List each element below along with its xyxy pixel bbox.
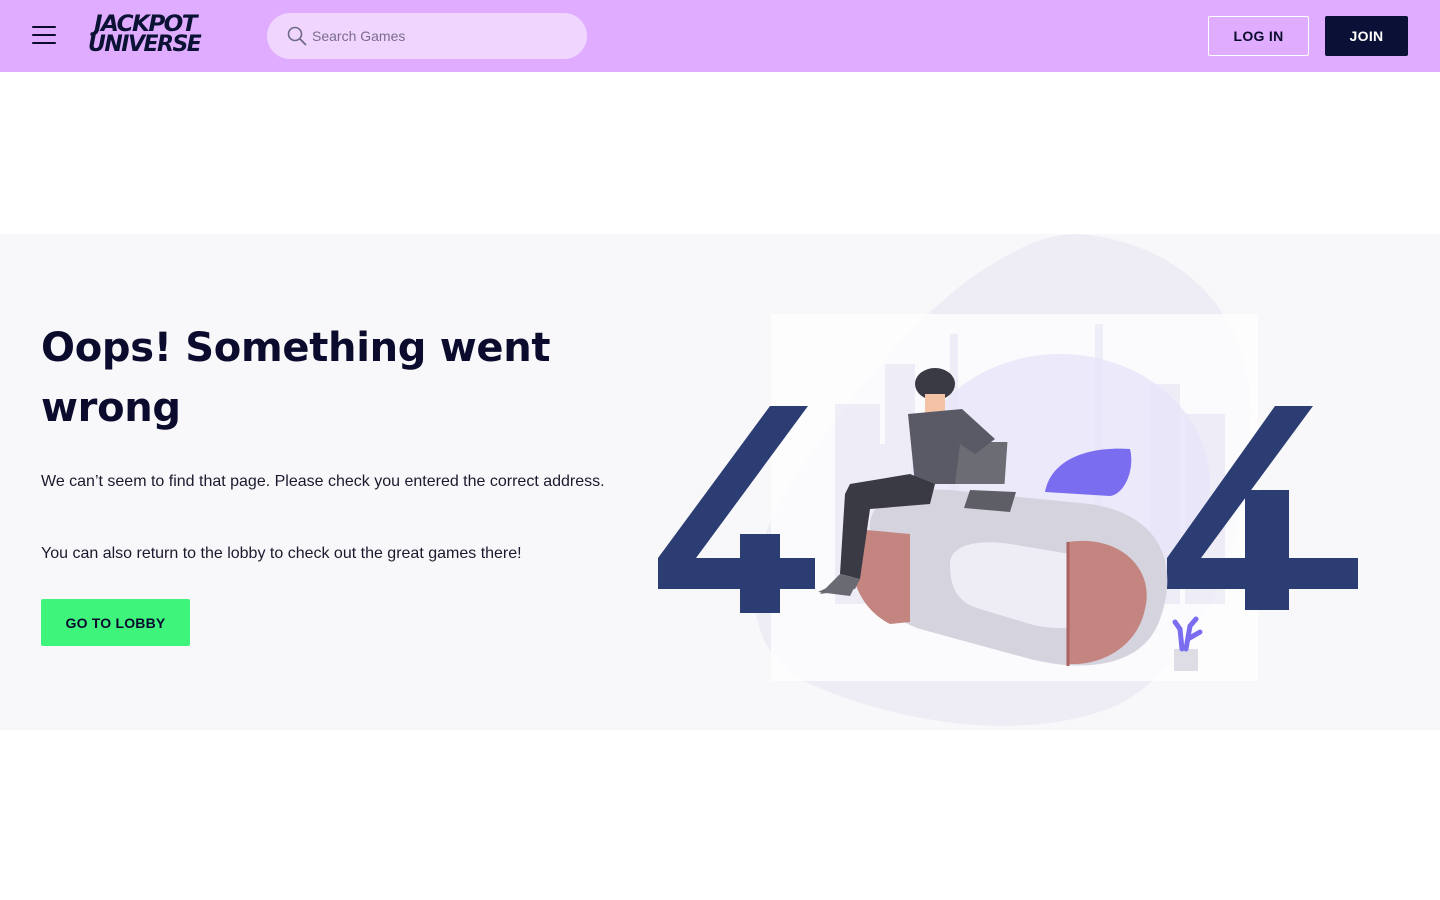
404-illustration xyxy=(658,234,1358,726)
error-message: We can’t seem to find that page. Please … xyxy=(41,473,605,490)
jackpot-universe-logo[interactable]: JACKPOT UNIVERSE xyxy=(88,14,236,57)
error-404-section: Oops! Something went wrong We can’t seem… xyxy=(0,234,1440,730)
join-button[interactable]: JOIN xyxy=(1325,16,1408,56)
top-header: JACKPOT UNIVERSE LOG IN JOIN xyxy=(0,0,1440,72)
search-input[interactable] xyxy=(312,13,572,59)
logo-line-2: UNIVERSE xyxy=(88,32,202,57)
hamburger-menu-icon[interactable] xyxy=(32,25,56,45)
lobby-message: You can also return to the lobby to chec… xyxy=(41,545,522,562)
log-in-button[interactable]: LOG IN xyxy=(1208,16,1309,56)
error-headline: Oops! Something went wrong xyxy=(41,325,551,431)
go-to-lobby-button[interactable]: GO TO LOBBY xyxy=(41,599,190,646)
search-box[interactable] xyxy=(267,13,587,59)
search-icon xyxy=(287,26,307,46)
